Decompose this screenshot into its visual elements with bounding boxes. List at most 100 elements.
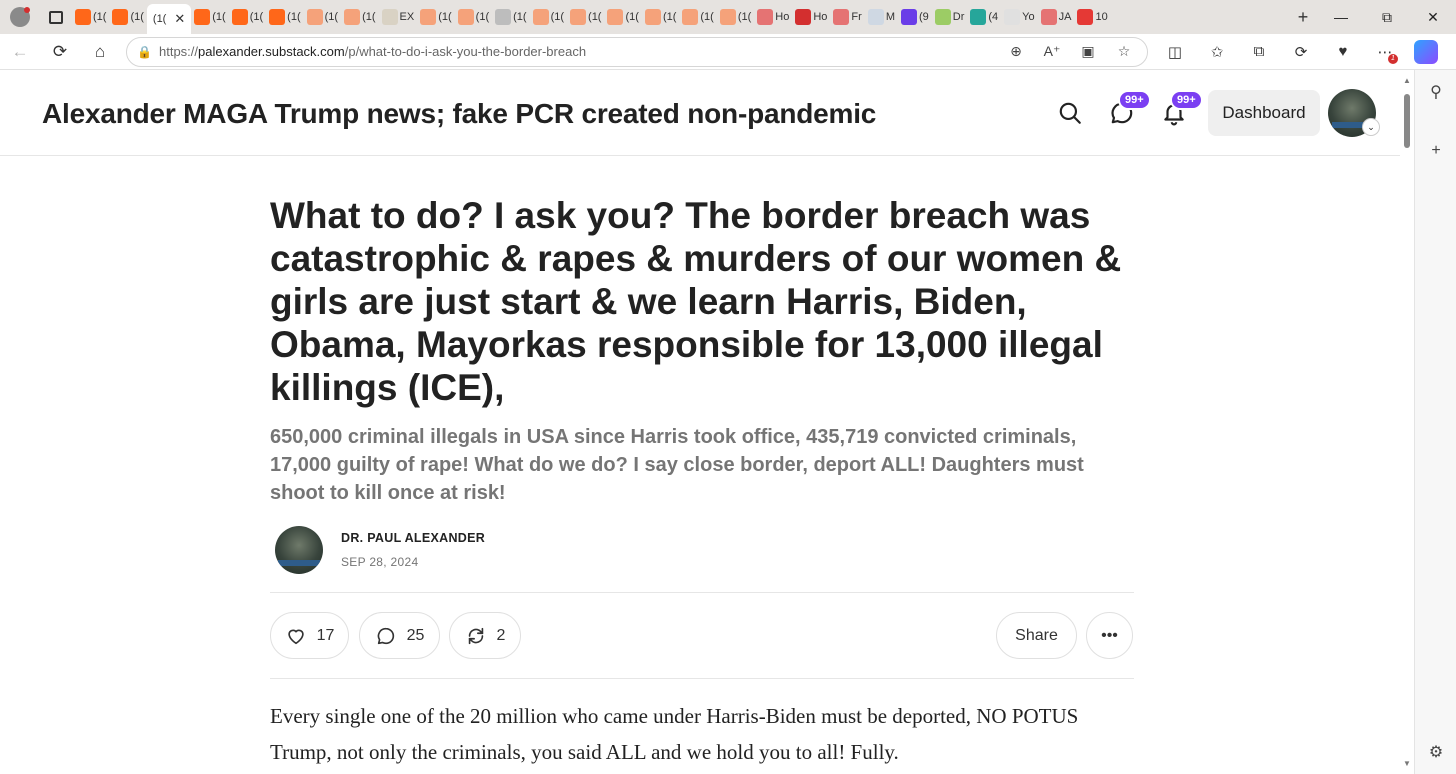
new-tab-button[interactable]: +: [1288, 7, 1318, 28]
dashboard-button[interactable]: Dashboard: [1208, 90, 1320, 136]
close-window-icon[interactable]: ✕: [1410, 0, 1456, 34]
browser-tab[interactable]: (1(: [530, 4, 567, 30]
browser-tab[interactable]: Fr: [830, 4, 864, 30]
search-icon[interactable]: [1057, 100, 1083, 126]
browser-tab[interactable]: (1(: [341, 4, 378, 30]
split-screen-icon[interactable]: ◫: [1154, 34, 1196, 70]
browser-tab[interactable]: (1(: [679, 4, 716, 30]
substack-icon: [306, 9, 323, 25]
more-menu-icon[interactable]: ⋯ 1: [1364, 34, 1406, 70]
tab-strip: (1((1((1(✕ (1((1((1((1((1(EX (1((1((1((1((…: [0, 0, 1456, 34]
tab-label: (1(: [513, 11, 527, 23]
tab-label: Fr: [851, 11, 862, 23]
reader-view-icon[interactable]: ▣: [1075, 43, 1101, 60]
browser-tab[interactable]: EX: [379, 4, 418, 30]
browser-tab[interactable]: (1(: [567, 4, 604, 30]
comment-button[interactable]: 25: [359, 612, 440, 659]
extensions-icon[interactable]: ♥: [1322, 34, 1364, 70]
minimize-icon[interactable]: —: [1318, 0, 1364, 34]
browser-tab[interactable]: Ho: [754, 4, 792, 30]
scroll-up-icon[interactable]: ▲: [1403, 76, 1411, 85]
browser-tab[interactable]: (1(✕: [146, 4, 192, 34]
browser-tab[interactable]: (1(: [492, 4, 529, 30]
browser-tab[interactable]: Dr: [932, 4, 968, 30]
tab-label: Dr: [952, 11, 965, 23]
tab-close-icon[interactable]: ✕: [174, 11, 185, 27]
author-name[interactable]: DR. PAUL ALEXANDER: [341, 531, 485, 545]
browser-tab[interactable]: (1(: [304, 4, 341, 30]
zoom-icon[interactable]: ⊕: [1003, 43, 1029, 60]
collections-icon[interactable]: ⧉: [1238, 34, 1280, 70]
sidebar-settings-icon[interactable]: ⚙: [1415, 742, 1456, 762]
page-icon: [495, 9, 512, 25]
edge-sidebar: ⚲ + ⚙: [1414, 70, 1456, 774]
tab-label: (1(: [362, 11, 376, 23]
browser-tab[interactable]: M: [865, 4, 898, 30]
favorites-icon[interactable]: ✩: [1196, 34, 1238, 70]
restack-icon: [468, 627, 483, 644]
address-bar[interactable]: 🔒 https://palexander.substack.com/p/what…: [126, 36, 1148, 67]
scroll-down-icon[interactable]: ▼: [1403, 759, 1411, 768]
restore-icon[interactable]: ⧉: [1364, 0, 1410, 34]
substack-icon: [231, 9, 248, 25]
browser-tab[interactable]: JA: [1038, 4, 1075, 30]
share-button[interactable]: Share: [996, 612, 1077, 659]
browser-tab[interactable]: (1(: [109, 4, 146, 30]
browser-tab[interactable]: Ho: [792, 4, 830, 30]
browser-tab[interactable]: (1(: [191, 4, 228, 30]
post-headline: What to do? I ask you? The border breach…: [270, 195, 1122, 408]
profile-button[interactable]: [0, 0, 40, 34]
tab-label: Yo: [1022, 11, 1035, 23]
like-count: 17: [316, 626, 335, 644]
substack-icon: [644, 9, 661, 25]
tab-actions-icon: [49, 10, 63, 24]
search-icon: [867, 9, 884, 25]
chat-badge: 99+: [1118, 90, 1151, 110]
sidebar-search-icon[interactable]: ⚲: [1415, 82, 1456, 102]
restack-button[interactable]: 2: [449, 612, 521, 659]
scroll-thumb[interactable]: [1404, 94, 1410, 148]
substack-icon: [194, 9, 211, 25]
lock-icon[interactable]: 🔒: [137, 45, 159, 59]
tab-label: 10: [1095, 11, 1108, 23]
sidebar-add-icon[interactable]: +: [1415, 142, 1456, 160]
publication-title[interactable]: Alexander MAGA Trump news; fake PCR crea…: [42, 98, 876, 130]
browser-tab[interactable]: (1(: [229, 4, 266, 30]
tab-label: (1(: [737, 11, 752, 23]
tab-label: (4: [988, 11, 999, 23]
back-button[interactable]: ←: [0, 34, 40, 70]
tab-label: JA: [1058, 11, 1072, 23]
refresh-button[interactable]: ⟳: [40, 34, 80, 70]
browser-tab[interactable]: (9: [898, 4, 932, 30]
chevron-down-icon[interactable]: ⌄: [1362, 118, 1380, 136]
browser-tab[interactable]: (1(: [642, 4, 679, 30]
author-avatar[interactable]: [275, 526, 323, 574]
more-options-icon[interactable]: •••: [1086, 612, 1133, 659]
browser-tab[interactable]: (1(: [417, 4, 454, 30]
page-scrollbar[interactable]: ▲ ▼: [1400, 70, 1414, 774]
post-actions: 17 25 2 Share •••: [270, 612, 1134, 660]
browser-tab[interactable]: (1(: [266, 4, 303, 30]
read-aloud-icon[interactable]: A⁺: [1039, 43, 1065, 60]
copilot-icon[interactable]: [1414, 39, 1438, 64]
restack-count: 2: [496, 626, 506, 644]
browser-tab[interactable]: (4: [967, 4, 1001, 30]
extension-badge: 1: [1388, 53, 1398, 64]
like-button[interactable]: 17: [270, 612, 349, 659]
history-icon[interactable]: ⟳: [1280, 34, 1322, 70]
tab-actions-button[interactable]: [40, 0, 72, 34]
video-icon: [833, 9, 850, 25]
post-date: SEP 28, 2024: [341, 555, 419, 569]
browser-tab[interactable]: (1(: [717, 4, 754, 30]
tab-label: (9: [918, 11, 929, 23]
profile-alert-dot: [24, 7, 30, 13]
browser-tab[interactable]: (1(: [604, 4, 641, 30]
home-button[interactable]: ⌂: [80, 34, 120, 70]
site-header: Alexander MAGA Trump news; fake PCR crea…: [0, 70, 1400, 156]
browser-tab[interactable]: (1(: [455, 4, 492, 30]
share-label: Share: [1015, 626, 1058, 644]
browser-tab[interactable]: 10: [1074, 4, 1110, 30]
favorite-star-icon[interactable]: ☆: [1111, 43, 1137, 60]
browser-tab[interactable]: (1(: [72, 4, 109, 30]
browser-tab[interactable]: Yo: [1001, 4, 1037, 30]
